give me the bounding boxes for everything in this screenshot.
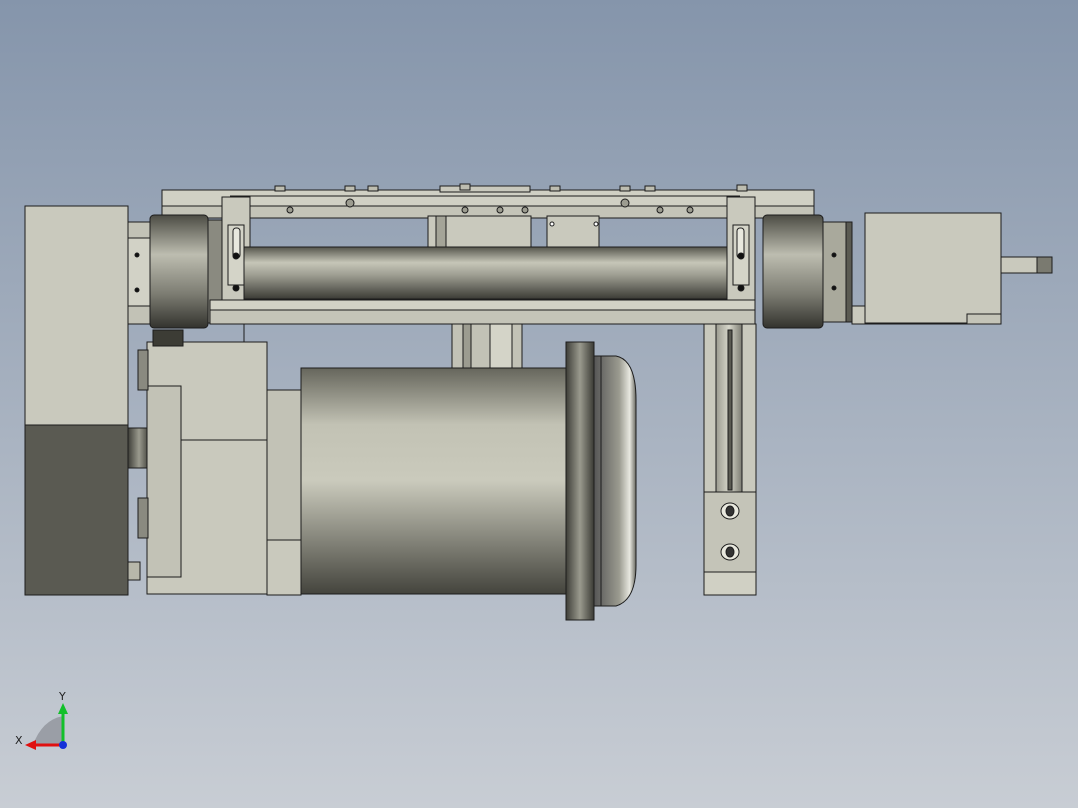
lower-guide-rail[interactable] [209, 299, 756, 325]
center-carriage-block[interactable] [427, 215, 600, 251]
main-screw-shaft[interactable] [243, 246, 728, 300]
right-pulley[interactable] [762, 214, 853, 329]
y-axis-label: Y [58, 690, 66, 703]
z-axis-dot [59, 741, 67, 749]
lower-gearbox-housing[interactable] [137, 329, 268, 595]
right-vertical-support[interactable] [703, 323, 757, 596]
x-axis-label: X [15, 734, 23, 747]
cad-graphics-viewport[interactable]: Y X [0, 0, 1078, 808]
central-vertical-post[interactable] [451, 323, 523, 371]
model-canvas[interactable]: Y X [0, 0, 1078, 808]
main-motor-body[interactable] [266, 341, 637, 621]
